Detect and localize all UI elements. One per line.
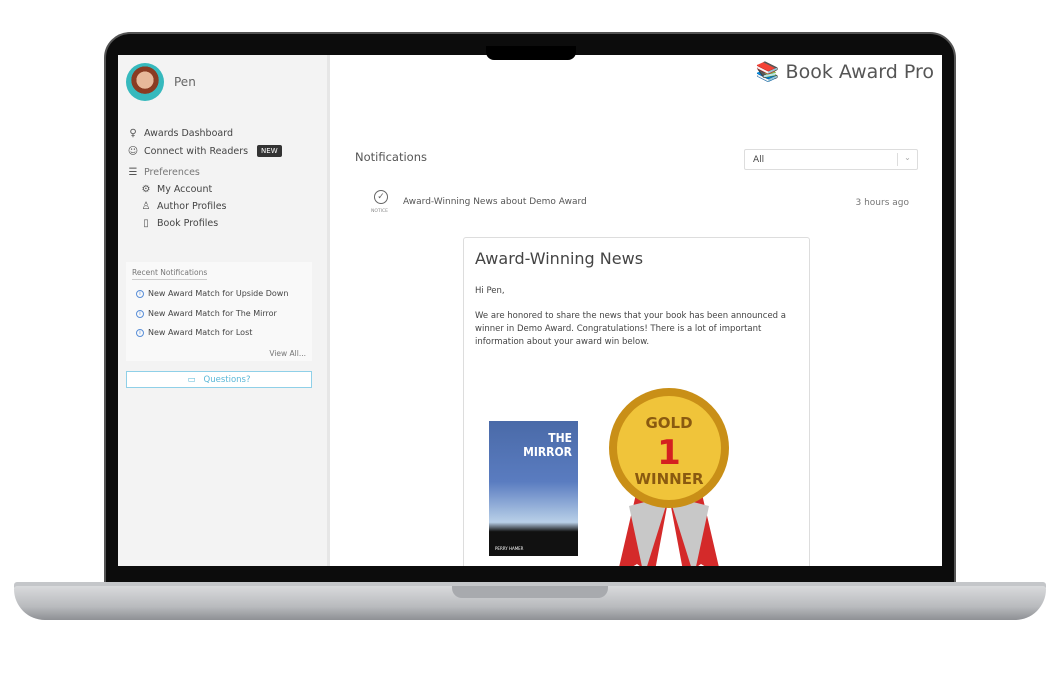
medal-top: GOLD xyxy=(645,414,692,432)
notification-title[interactable]: Award-Winning News about Demo Award xyxy=(403,197,587,207)
recent-item[interactable]: i New Award Match for Lost xyxy=(136,328,252,337)
book-icon: ▯ xyxy=(143,218,149,229)
recent-label: New Award Match for Lost xyxy=(148,328,253,337)
recent-item[interactable]: i New Award Match for Upside Down xyxy=(136,289,288,298)
nav-label: Preferences xyxy=(144,167,200,178)
user-icon: ♙ xyxy=(141,201,151,212)
sidebar-item-book-profiles[interactable]: ▯ Book Profiles xyxy=(140,218,218,229)
gear-icon: ⚙ xyxy=(141,184,151,195)
filter-select[interactable]: All ⌄ xyxy=(744,149,918,170)
book-cover-image: THE MIRROR PERRY HAMER xyxy=(489,421,578,556)
sidebar-item-my-account[interactable]: ⚙ My Account xyxy=(140,184,213,195)
nav-label: Awards Dashboard xyxy=(144,128,233,139)
chat-icon: ▭ xyxy=(187,374,196,385)
laptop-thumb-notch xyxy=(452,586,608,598)
recent-title: Recent Notifications xyxy=(132,268,208,280)
sidebar-item-author-profiles[interactable]: ♙ Author Profiles xyxy=(140,201,227,212)
user-check-icon: ☺ xyxy=(127,145,139,157)
books-icon: 📚 xyxy=(755,61,780,83)
brand-name: Book Award Pro xyxy=(785,60,934,83)
nav-label: My Account xyxy=(157,184,213,195)
card-title: Award-Winning News xyxy=(475,249,644,268)
notification-card: Award-Winning News Hi Pen, We are honore… xyxy=(463,237,810,566)
recent-notifications: Recent Notifications i New Award Match fo… xyxy=(126,262,312,361)
screen: Pen ♀ Awards Dashboard ☺ Connect with Read… xyxy=(118,55,942,566)
check-circle-icon: ✓ xyxy=(374,190,388,204)
brand-logo[interactable]: 📚 Book Award Pro xyxy=(755,60,934,84)
user-name: Pen xyxy=(174,75,196,89)
nav-label: Author Profiles xyxy=(157,201,227,212)
page-title: Notifications xyxy=(355,150,427,164)
info-icon: i xyxy=(136,289,144,298)
book-author: PERRY HAMER xyxy=(495,546,524,551)
medal-number: 1 xyxy=(657,433,681,473)
sidebar-item-awards-dashboard[interactable]: ♀ Awards Dashboard xyxy=(127,128,233,139)
sidebar-item-connect-readers[interactable]: ☺ Connect with Readers NEW xyxy=(127,145,282,157)
notice-label: NOTICE xyxy=(371,209,388,214)
card-body: We are honored to share the news that yo… xyxy=(475,311,786,347)
recent-label: New Award Match for The Mirror xyxy=(148,309,277,318)
new-badge: NEW xyxy=(257,145,282,157)
avatar[interactable] xyxy=(126,63,164,101)
questions-button[interactable]: ▭ Questions? xyxy=(126,371,312,388)
main-content: 📚 Book Award Pro Notifications All ⌄ ✓ NOT… xyxy=(333,55,942,566)
filter-value: All xyxy=(753,155,765,165)
recent-item[interactable]: i New Award Match for The Mirror xyxy=(136,309,277,318)
nav-label: Connect with Readers xyxy=(144,145,249,157)
book-title: THE MIRROR xyxy=(523,431,572,459)
award-icon: ♀ xyxy=(129,128,137,139)
notification-time: 3 hours ago xyxy=(855,198,910,208)
questions-label: Questions? xyxy=(203,374,251,385)
info-icon: i xyxy=(136,309,144,318)
nav-label: Book Profiles xyxy=(157,218,219,229)
sliders-icon: ☰ xyxy=(128,167,138,178)
info-icon: i xyxy=(136,328,144,337)
card-greeting: Hi Pen, xyxy=(475,286,505,296)
recent-label: New Award Match for Upside Down xyxy=(148,289,289,298)
sidebar-item-preferences[interactable]: ☰ Preferences xyxy=(127,167,200,178)
chevron-down-icon: ⌄ xyxy=(897,153,917,166)
camera-notch xyxy=(486,46,576,60)
gold-medal-image: GOLD 1 WINNER xyxy=(609,388,729,566)
view-all-link[interactable]: View All... xyxy=(269,349,306,358)
sidebar: Pen ♀ Awards Dashboard ☺ Connect with Read… xyxy=(118,55,330,566)
medal-bottom: WINNER xyxy=(634,470,703,488)
